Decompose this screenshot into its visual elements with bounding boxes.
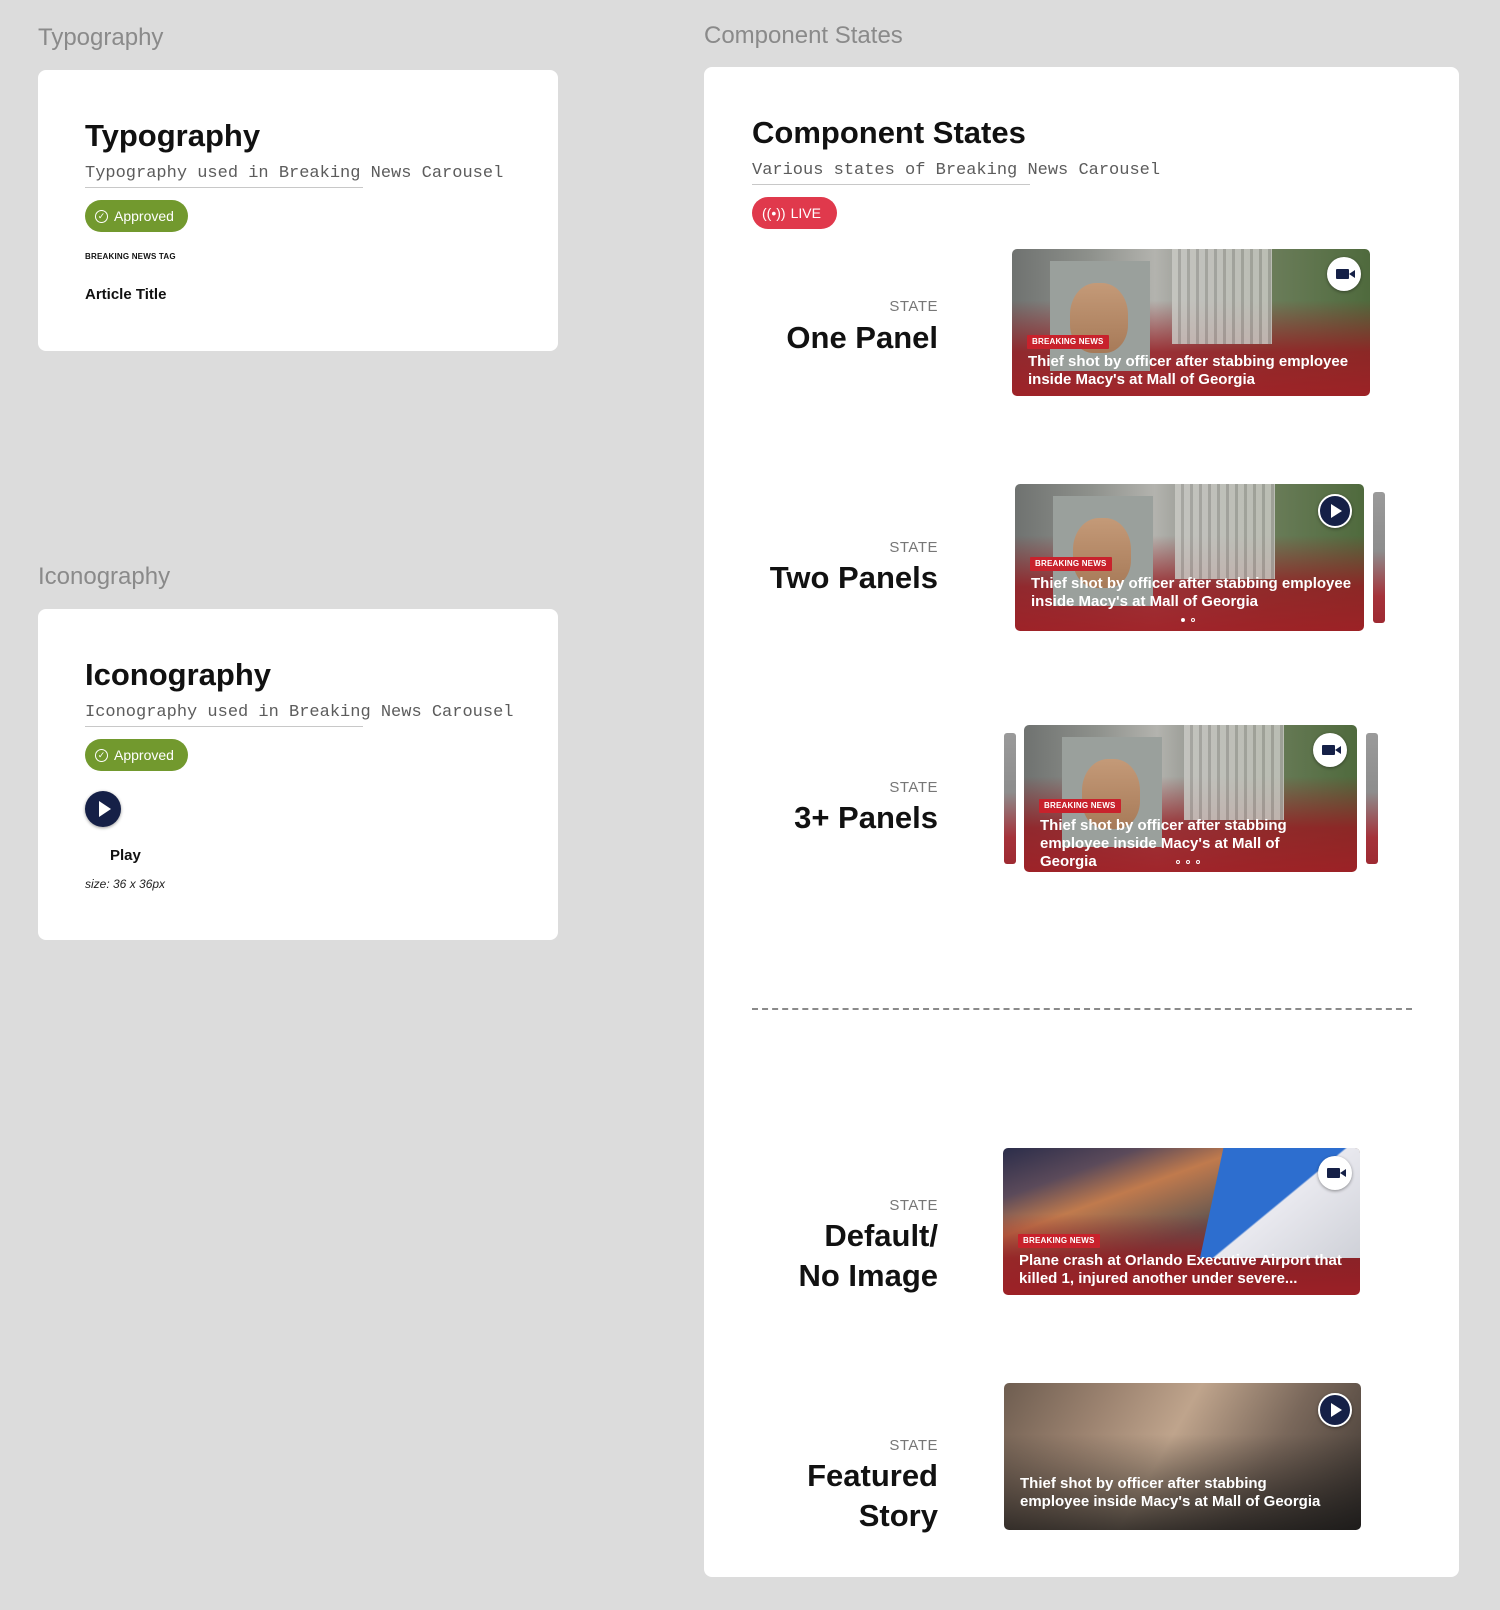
previous-card-peek[interactable] (1004, 733, 1016, 864)
check-circle-icon: ✓ (95, 209, 108, 223)
next-card-peek[interactable] (1373, 492, 1385, 623)
iconography-section-label: Iconography (38, 563, 171, 590)
state-name-three-plus-panels: 3+ Panels (794, 800, 938, 835)
check-circle-icon: ✓ (95, 748, 108, 762)
panel-title: Iconography (85, 657, 272, 692)
state-name-one-panel: One Panel (786, 320, 938, 355)
building-image (1172, 249, 1272, 344)
icon-size-label: size: 36 x 36px (85, 877, 166, 891)
breaking-news-tag: BREAKING NEWS (1030, 557, 1112, 571)
subtitle-rule (85, 726, 363, 727)
typography-panel: Typography Typography used in Breaking N… (38, 70, 558, 351)
article-title-sample: Article Title (85, 286, 167, 303)
section-divider (752, 1008, 1412, 1010)
play-icon[interactable] (1318, 494, 1352, 528)
breaking-news-tag: BREAKING NEWS (1039, 799, 1121, 813)
panel-subtitle: Typography used in Breaking News Carouse… (85, 164, 504, 183)
next-card-peek[interactable] (1366, 733, 1378, 864)
news-card[interactable]: BREAKING NEWS Thief shot by officer afte… (1012, 249, 1370, 396)
news-card[interactable]: BREAKING NEWS Plane crash at Orlando Exe… (1003, 1148, 1360, 1295)
iconography-panel: Iconography Iconography used in Breaking… (38, 609, 558, 940)
state-caption: STATE (889, 539, 938, 556)
featured-news-card[interactable]: Thief shot by officer after stabbing emp… (1004, 1383, 1361, 1530)
panel-title: Typography (85, 118, 261, 153)
video-camera-icon[interactable] (1327, 257, 1361, 291)
state-caption: STATE (889, 298, 938, 315)
state-caption: STATE (889, 1197, 938, 1214)
panel-title: Component States (752, 115, 1026, 150)
breaking-news-tag-sample: BREAKING NEWS TAG (85, 252, 176, 261)
live-badge: ((•)) LIVE (752, 197, 837, 229)
component-states-section-label: Component States (704, 22, 903, 49)
icon-name-label: Play (110, 847, 141, 864)
subtitle-rule (85, 187, 363, 188)
state-name-two-panels: Two Panels (769, 560, 938, 595)
building-image (1175, 484, 1275, 579)
card-headline[interactable]: Thief shot by officer after stabbing emp… (1031, 575, 1356, 611)
breaking-news-tag: BREAKING NEWS (1027, 335, 1109, 349)
panel-subtitle: Iconography used in Breaking News Carous… (85, 703, 514, 722)
card-headline[interactable]: Thief shot by officer after stabbing emp… (1020, 1475, 1330, 1511)
subtitle-rule (752, 184, 1030, 185)
carousel-pagination[interactable] (1181, 618, 1195, 622)
news-card[interactable]: BREAKING NEWS Thief shot by officer afte… (1024, 725, 1357, 872)
approved-badge: ✓ Approved (85, 200, 188, 232)
state-caption: STATE (889, 1437, 938, 1454)
state-name-default-line2: No Image (798, 1258, 938, 1293)
state-name-featured-line2: Story (858, 1498, 938, 1533)
card-headline[interactable]: Thief shot by officer after stabbing emp… (1028, 353, 1358, 389)
typography-section-label: Typography (38, 24, 164, 51)
state-name-featured-line1: Featured (807, 1458, 938, 1493)
building-image (1184, 725, 1284, 820)
approved-badge: ✓ Approved (85, 739, 188, 771)
card-headline[interactable]: Plane crash at Orlando Executive Airport… (1019, 1252, 1349, 1288)
breaking-news-tag: BREAKING NEWS (1018, 1234, 1100, 1248)
video-camera-icon[interactable] (1313, 733, 1347, 767)
live-label: LIVE (790, 205, 821, 221)
state-caption: STATE (889, 779, 938, 796)
approved-label: Approved (114, 208, 174, 224)
video-camera-icon[interactable] (1318, 1156, 1352, 1190)
play-icon (85, 791, 121, 827)
panel-subtitle: Various states of Breaking News Carousel (752, 161, 1161, 180)
news-card[interactable]: BREAKING NEWS Thief shot by officer afte… (1015, 484, 1364, 631)
play-icon[interactable] (1318, 1393, 1352, 1427)
state-name-default-line1: Default/ (824, 1218, 938, 1253)
broadcast-icon: ((•)) (762, 205, 786, 221)
carousel-pagination[interactable] (1176, 860, 1200, 864)
approved-label: Approved (114, 747, 174, 763)
